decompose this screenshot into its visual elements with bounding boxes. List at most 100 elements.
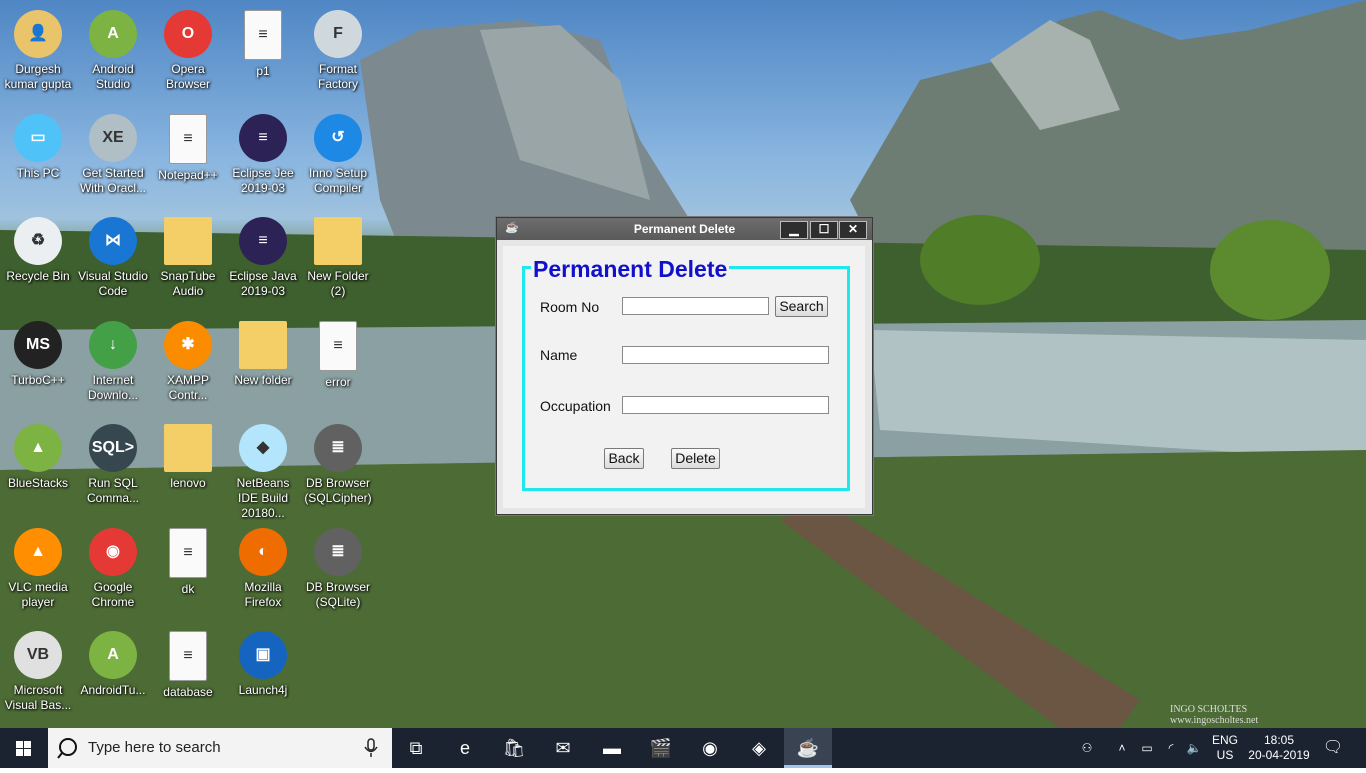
folder-icon [164, 217, 212, 265]
vscode-icon: ⋈ [89, 217, 137, 265]
java-icon[interactable]: ☕ [784, 728, 832, 768]
desktop-icon-label: p1 [256, 64, 270, 78]
movies-icon[interactable]: 🎬 [637, 728, 685, 768]
recycle-bin-icon: ♻ [14, 217, 62, 265]
desktop-icon-label: Get Started With Oracl... [79, 165, 146, 195]
desktop-icon-opera-browser[interactable]: O Opera Browser [150, 2, 226, 98]
desktop-icon-eclipse-jee-2019-03[interactable]: ≡ Eclipse Jee 2019-03 [225, 106, 301, 202]
desktop-icon-android-studio[interactable]: A Android Studio [75, 2, 151, 98]
desktop-icon-label: New folder [234, 372, 292, 387]
opera-icon: O [164, 10, 212, 58]
occupation-input[interactable] [622, 396, 829, 414]
form-heading: Permanent Delete [531, 256, 730, 282]
desktop-icon-launch4j[interactable]: ▣ Launch4j [225, 623, 301, 719]
battery-icon[interactable]: ▭ [1136, 728, 1158, 768]
search-button[interactable]: Search [775, 296, 828, 317]
desktop-icon-notepad[interactable]: ≡ Notepad++ [150, 106, 226, 202]
desktop-icon-new-folder-2[interactable]: New Folder (2) [300, 209, 376, 305]
desktop-icon-error[interactable]: ≡ error [300, 313, 376, 409]
desktop-icon-bluestacks[interactable]: ▲ BlueStacks [0, 416, 76, 512]
desktop-icon-label: Run SQL Comma... [86, 476, 139, 505]
desktop-icon-label: database [163, 685, 213, 699]
edge-icon[interactable]: e [441, 728, 489, 768]
desktop-icon-microsoft-visual-bas[interactable]: VB Microsoft Visual Bas... [0, 623, 76, 719]
idm-icon: ↓ [89, 320, 137, 369]
eclipse-icon: ≡ [239, 113, 287, 162]
desktop-icon-label: This PC [16, 165, 60, 180]
window-content: Permanent Delete Room No Search Name Occ… [503, 246, 865, 508]
desktop-icon-lenovo[interactable]: lenovo [150, 416, 226, 512]
vlc-icon: ▲ [14, 527, 62, 576]
delete-button[interactable]: Delete [671, 448, 720, 469]
turbo-c-icon: MS [14, 320, 62, 369]
virtualbox-icon[interactable]: ◈ [735, 728, 783, 768]
desktop-icon-dk[interactable]: ≡ dk [150, 520, 226, 616]
store-icon[interactable]: 🛍 [490, 728, 538, 768]
desktop-icon-xampp-contr[interactable]: ✱ XAMPP Contr... [150, 313, 226, 409]
chrome-icon[interactable]: ◉ [686, 728, 734, 768]
show-hidden-icons-chevron-icon[interactable]: ˄ [1112, 728, 1132, 768]
taskbar-search-box[interactable]: Type here to search [48, 728, 392, 768]
back-button[interactable]: Back [604, 448, 644, 469]
desktop-icon-label: Google Chrome [91, 579, 135, 609]
desktop-icon-label: Microsoft Visual Bas... [4, 683, 72, 712]
mail-icon[interactable]: ✉ [539, 728, 587, 768]
desktop-icon-recycle-bin[interactable]: ♻ Recycle Bin [0, 209, 76, 305]
maximize-button[interactable]: ☐ [810, 221, 838, 239]
desktop-icon-db-browser-sqlite[interactable]: ≣ DB Browser (SQLite) [300, 520, 376, 616]
desktop-icon-vlc-media-player[interactable]: ▲ VLC media player [0, 520, 76, 616]
microphone-icon[interactable] [364, 738, 378, 758]
desktop-icon-database[interactable]: ≡ database [150, 623, 226, 719]
desktop-icon-format-factory[interactable]: F Format Factory [300, 2, 376, 98]
desktop-icon-inno-setup-compiler[interactable]: ↺ Inno Setup Compiler [300, 106, 376, 202]
start-button[interactable] [0, 728, 48, 768]
task-view-icon[interactable]: ⧉ [392, 728, 440, 768]
folder-icon [239, 320, 287, 369]
inno-setup-icon: ↺ [314, 113, 362, 162]
desktop-background: 👤 Durgesh kumar gupta A Android Studio O Oper… [0, 0, 1366, 728]
clock-time: 18:05 [1263, 733, 1295, 747]
desktop-icon-run-sql-comma[interactable]: SQL> Run SQL Comma... [75, 416, 151, 512]
desktop-icon-internet-downlo[interactable]: ↓ Internet Downlo... [75, 313, 151, 409]
wifi-icon[interactable]: ◜ [1160, 728, 1182, 768]
volume-icon[interactable]: 🔈 [1183, 728, 1205, 768]
desktop-icon-label: Eclipse Jee 2019-03 [232, 165, 294, 195]
java-cup-icon: ☕ [505, 222, 519, 234]
window-titlebar[interactable]: ☕ Permanent Delete ▁ ☐ ✕ [497, 218, 872, 240]
desktop-icon-label: Inno Setup Compiler [308, 165, 368, 195]
desktop-icon-this-pc[interactable]: ▭ This PC [0, 106, 76, 202]
format-factory-icon: F [314, 10, 362, 58]
desktop-icon-label: Visual Studio Code [78, 269, 148, 298]
desktop-icon-durgesh-kumar-gupta[interactable]: 👤 Durgesh kumar gupta [0, 2, 76, 98]
minimize-button[interactable]: ▁ [780, 221, 808, 239]
desktop-icon-db-browser-sqlcipher[interactable]: ≣ DB Browser (SQLCipher) [300, 416, 376, 512]
desktop-icon-label: Notepad++ [158, 167, 218, 182]
room-no-input[interactable] [622, 297, 769, 315]
desktop-icon-mozilla-firefox[interactable]: ◐ Mozilla Firefox [225, 520, 301, 616]
desktop-icon-label: error [325, 374, 351, 389]
database-icon: ≣ [314, 527, 362, 576]
desktop-icon-snaptube-audio[interactable]: SnapTube Audio [150, 209, 226, 305]
desktop-icon-visual-studio-code[interactable]: ⋈ Visual Studio Code [75, 209, 151, 305]
close-button[interactable]: ✕ [839, 221, 867, 239]
desktop-icon-label: Mozilla Firefox [244, 579, 282, 609]
file-explorer-icon[interactable]: ▬ [588, 728, 636, 768]
notifications-icon[interactable]: 🗨 [1320, 728, 1346, 768]
desktop-icon-androidtu[interactable]: A AndroidTu... [75, 623, 151, 719]
desktop-icon-label: lenovo [170, 476, 206, 490]
desktop-icon-turboc[interactable]: MS TurboC++ [0, 313, 76, 409]
desktop-icon-new-folder[interactable]: New folder [225, 313, 301, 409]
desktop-icon-get-started-with-oracl[interactable]: XE Get Started With Oracl... [75, 106, 151, 202]
desktop-icon-netbeans-ide-build-20180[interactable]: ◆ NetBeans IDE Build 20180... [225, 416, 301, 520]
people-icon[interactable]: ⚇ [1076, 728, 1098, 768]
input-language[interactable]: ENG US [1208, 728, 1242, 768]
desktop-icon-google-chrome[interactable]: ◉ Google Chrome [75, 520, 151, 616]
name-input[interactable] [622, 346, 829, 364]
desktop-icon-label: NetBeans IDE Build 20180... [236, 476, 290, 520]
chrome-icon: ◉ [89, 527, 137, 576]
clock[interactable]: 18:05 20-04-2019 [1246, 728, 1312, 768]
desktop-icon-eclipse-java-2019-03[interactable]: ≡ Eclipse Java 2019-03 [225, 209, 301, 305]
eclipse-icon: ≡ [239, 217, 287, 265]
desktop-icon-p1[interactable]: ≡ p1 [225, 2, 301, 98]
visual-basic-icon: VB [14, 631, 62, 679]
